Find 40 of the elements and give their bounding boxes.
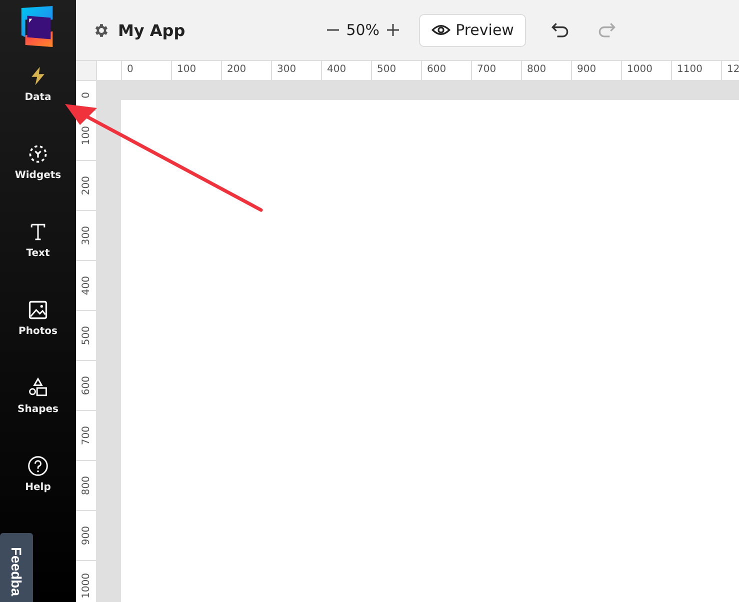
feedback-tab[interactable]: Feedba — [0, 533, 33, 602]
ruler-label: 500 — [377, 64, 396, 75]
ruler-label: 400 — [327, 64, 346, 75]
ruler-label: 12 — [727, 64, 739, 75]
sidebar-item[interactable]: Shapes — [0, 377, 76, 456]
ruler-label: 900 — [80, 526, 92, 546]
ruler-label: 100 — [177, 64, 196, 75]
sidebar-item[interactable]: Widgets — [0, 143, 76, 222]
ruler-label: 700 — [477, 64, 496, 75]
ruler-label: 800 — [80, 476, 92, 496]
ruler-label: 300 — [277, 64, 296, 75]
sidebar-item[interactable]: Help — [0, 455, 76, 534]
ruler-label: 200 — [80, 176, 92, 196]
ruler-label: 0 — [127, 64, 134, 75]
help-icon — [27, 455, 49, 478]
ruler-label: 800 — [527, 64, 546, 75]
ruler-label: 700 — [80, 426, 92, 446]
zoom-in-icon[interactable] — [386, 23, 400, 37]
ruler-label: 400 — [80, 276, 92, 296]
ruler-label: 200 — [227, 64, 246, 75]
ruler-label: 1000 — [627, 64, 652, 75]
ruler-label: 0 — [80, 92, 92, 99]
widget-icon — [27, 143, 49, 166]
sidebar-item[interactable]: Text — [0, 221, 76, 300]
ruler-label: 600 — [427, 64, 446, 75]
settings-icon[interactable] — [93, 22, 110, 38]
ruler-label: 600 — [80, 376, 92, 396]
ruler-label: 300 — [80, 226, 92, 246]
ruler-label: 1000 — [80, 572, 92, 598]
ruler-label: 900 — [577, 64, 596, 75]
image-icon — [27, 299, 49, 322]
sidebar-item[interactable]: Data — [0, 65, 76, 144]
logo-icon — [21, 6, 55, 47]
ruler-label: 1100 — [677, 64, 702, 75]
sidebar-item[interactable]: Photos — [0, 299, 76, 378]
ruler-label: 500 — [80, 326, 92, 346]
zoom-level: 50% — [346, 21, 380, 39]
ruler-label: 100 — [80, 126, 92, 146]
preview-button[interactable]: Preview — [418, 14, 526, 46]
app-title: My App — [118, 20, 186, 40]
